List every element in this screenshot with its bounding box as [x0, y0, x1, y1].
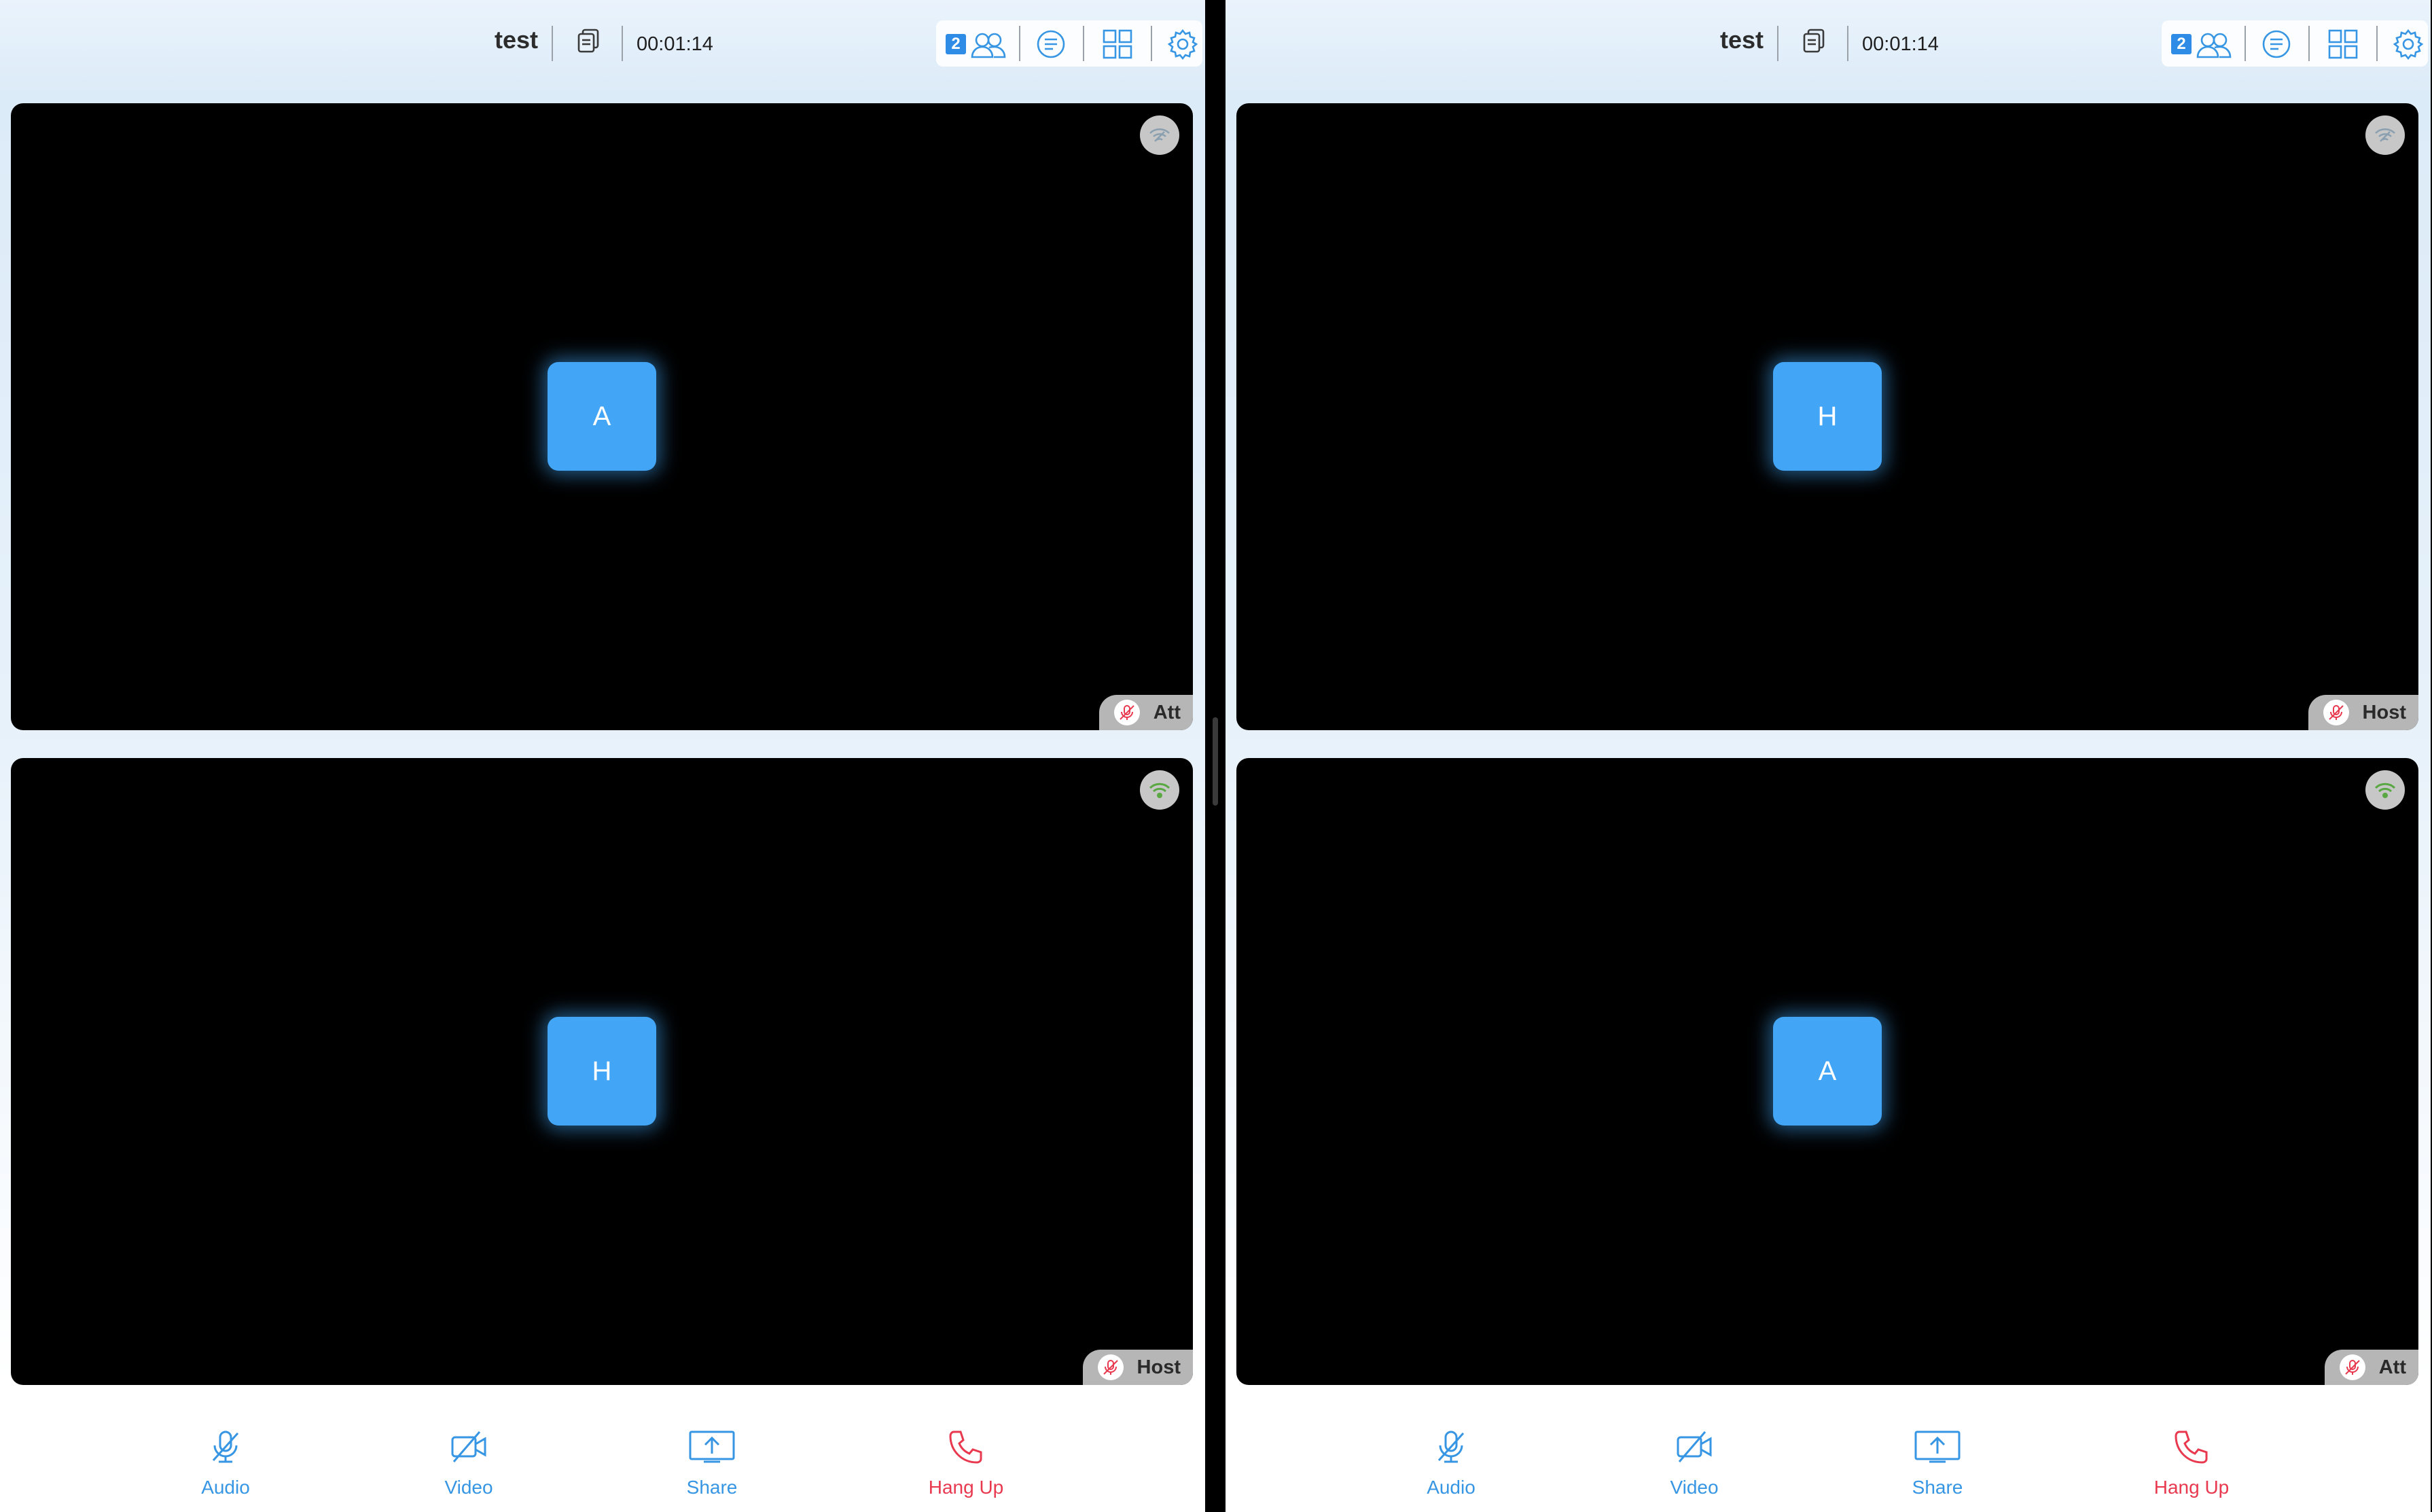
wifi-signal-icon: [2365, 770, 2405, 810]
mic-off-icon: [1097, 1354, 1124, 1380]
meeting-timer: 00:01:14: [637, 33, 713, 55]
avatar: H: [1773, 362, 1882, 471]
participant-name: Att: [1153, 701, 1181, 723]
audio-button[interactable]: Audio: [1397, 1426, 1505, 1498]
meeting-pane-right: test 00:01:14 2 H Host A Att Audio Video…: [1226, 0, 2431, 1512]
header-separator: [1847, 26, 1848, 61]
meeting-title: test: [495, 26, 539, 54]
header-separator: [552, 26, 553, 61]
participants-icon: [2196, 33, 2232, 58]
participant-name: Att: [2378, 1356, 2406, 1378]
participants-button[interactable]: 2: [2171, 29, 2232, 60]
toolbar-separator: [1083, 26, 1084, 61]
meeting-pane-left: test 00:01:14 2 A Att H Host Audio Video…: [0, 0, 1205, 1512]
hangup-label: Hang Up: [928, 1477, 1004, 1498]
avatar: A: [548, 362, 656, 471]
video-button[interactable]: Video: [1640, 1426, 1749, 1498]
mic-off-icon: [1437, 1430, 1465, 1463]
participants-button[interactable]: 2: [946, 29, 1007, 60]
video-label: Video: [1670, 1477, 1719, 1498]
video-label: Video: [444, 1477, 493, 1498]
share-screen-icon: [689, 1430, 735, 1463]
participant-name-tag: Att: [1098, 695, 1193, 730]
video-off-icon: [1677, 1431, 1712, 1462]
copy-icon[interactable]: [1800, 26, 1831, 57]
share-button[interactable]: Share: [1883, 1426, 1992, 1498]
split-drag-handle[interactable]: [1213, 717, 1218, 806]
header-separator: [622, 26, 623, 61]
avatar: A: [1773, 1017, 1882, 1126]
avatar: H: [548, 1017, 656, 1126]
share-screen-icon: [1914, 1430, 1961, 1463]
video-button[interactable]: Video: [414, 1426, 523, 1498]
toolbar-separator: [2376, 26, 2378, 61]
wifi-signal-icon: [1140, 115, 1179, 155]
audio-label: Audio: [1427, 1477, 1476, 1498]
participant-count-badge: 2: [946, 34, 966, 54]
phone-icon: [2175, 1430, 2208, 1464]
video-tile[interactable]: H Host: [1236, 103, 2418, 730]
mic-off-icon: [2323, 700, 2349, 725]
chat-list-icon[interactable]: [1035, 29, 1067, 60]
meeting-title: test: [1720, 26, 1764, 54]
participant-name: Host: [2362, 701, 2406, 723]
toolbar-separator: [2308, 26, 2310, 61]
audio-label: Audio: [201, 1477, 250, 1498]
gear-icon[interactable]: [1167, 29, 1198, 60]
participant-name-tag: Att: [2324, 1350, 2418, 1385]
mic-off-icon: [1113, 700, 1140, 725]
call-controls: Audio Video Share Hang Up: [1226, 1386, 2431, 1512]
wifi-signal-icon: [1140, 770, 1179, 810]
meeting-header: test 00:01:14 2: [1226, 0, 2431, 88]
toolbar-separator: [1019, 26, 1020, 61]
video-tile[interactable]: A Att: [11, 103, 1193, 730]
call-controls: Audio Video Share Hang Up: [0, 1386, 1205, 1512]
grid-layout-icon[interactable]: [1102, 29, 1133, 60]
video-tile[interactable]: A Att: [1236, 758, 2418, 1385]
chat-list-icon[interactable]: [2261, 29, 2292, 60]
video-tile[interactable]: H Host: [11, 758, 1193, 1385]
wifi-signal-icon: [2365, 115, 2405, 155]
phone-icon: [949, 1430, 982, 1464]
toolbar-separator: [1151, 26, 1152, 61]
share-button[interactable]: Share: [658, 1426, 766, 1498]
copy-icon[interactable]: [574, 26, 605, 57]
mic-off-icon: [212, 1430, 239, 1463]
grid-layout-icon[interactable]: [2327, 29, 2359, 60]
audio-button[interactable]: Audio: [171, 1426, 280, 1498]
participant-name-tag: Host: [1082, 1350, 1193, 1385]
participants-icon: [971, 33, 1006, 58]
participant-name-tag: Host: [2308, 695, 2418, 730]
header-separator: [1777, 26, 1778, 61]
hangup-button[interactable]: Hang Up: [912, 1426, 1020, 1498]
header-toolbar: 2: [936, 20, 1202, 67]
mic-off-icon: [2339, 1354, 2365, 1380]
participant-name: Host: [1137, 1356, 1181, 1378]
meeting-timer: 00:01:14: [1862, 33, 1939, 55]
header-toolbar: 2: [2162, 20, 2428, 67]
share-label: Share: [1912, 1477, 1963, 1498]
hangup-label: Hang Up: [2153, 1477, 2230, 1498]
gear-icon[interactable]: [2393, 29, 2424, 60]
meeting-header: test 00:01:14 2: [0, 0, 1205, 88]
hangup-button[interactable]: Hang Up: [2137, 1426, 2246, 1498]
toolbar-separator: [2245, 26, 2246, 61]
share-label: Share: [686, 1477, 738, 1498]
participant-count-badge: 2: [2171, 34, 2192, 54]
video-off-icon: [451, 1431, 486, 1462]
